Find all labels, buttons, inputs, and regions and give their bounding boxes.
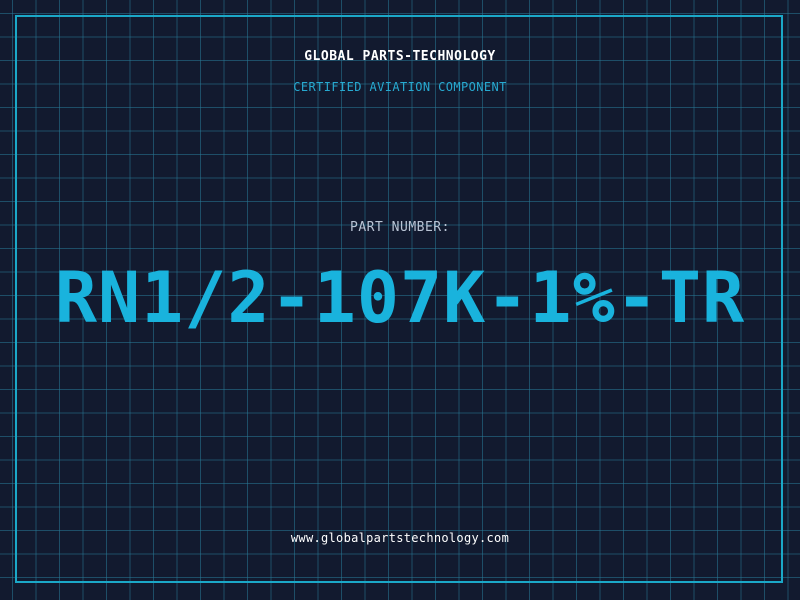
part-number-value: RN1/2-107K-1%-TR bbox=[54, 257, 746, 339]
label-canvas: GLOBAL PARTS-TECHNOLOGY CERTIFIED AVIATI… bbox=[0, 0, 800, 600]
company-name: GLOBAL PARTS-TECHNOLOGY bbox=[304, 49, 496, 64]
website-url: www.globalpartstechnology.com bbox=[290, 531, 510, 545]
part-number-label: PART NUMBER: bbox=[350, 220, 450, 235]
certification-subtitle: CERTIFIED AVIATION COMPONENT bbox=[293, 80, 507, 94]
